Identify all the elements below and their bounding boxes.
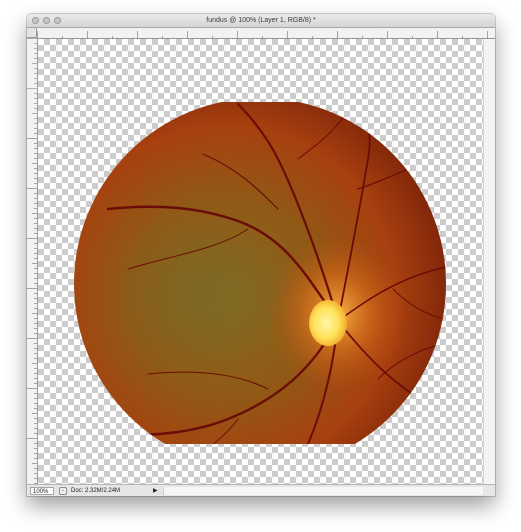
vertical-ruler[interactable] xyxy=(27,38,38,484)
status-menu-arrow-icon[interactable]: ▶ xyxy=(153,487,158,495)
horizontal-scrollbar[interactable] xyxy=(163,487,483,495)
optic-disc xyxy=(309,300,347,346)
fundus-disk xyxy=(74,102,446,444)
ruler-origin[interactable] xyxy=(27,28,37,38)
status-bar: 100% ▫ Doc: 2.32M/2.24M ▶ xyxy=(27,484,495,496)
document-window: fundus @ 100% (Layer 1, RGB/8) * 100% ▫ … xyxy=(27,14,495,496)
document-size-info: Doc: 2.32M/2.24M xyxy=(71,488,121,494)
zoom-level-field[interactable]: 100% xyxy=(30,487,54,495)
vertical-scrollbar[interactable] xyxy=(483,39,495,484)
window-title: fundus @ 100% (Layer 1, RGB/8) * xyxy=(206,17,316,24)
fundus-image xyxy=(74,102,446,444)
title-bar[interactable]: fundus @ 100% (Layer 1, RGB/8) * xyxy=(27,14,495,28)
vertical-ruler-ticks xyxy=(27,38,37,484)
horizontal-ruler[interactable] xyxy=(37,28,495,41)
document-canvas[interactable] xyxy=(38,39,483,484)
document-icon[interactable]: ▫ xyxy=(59,487,67,495)
